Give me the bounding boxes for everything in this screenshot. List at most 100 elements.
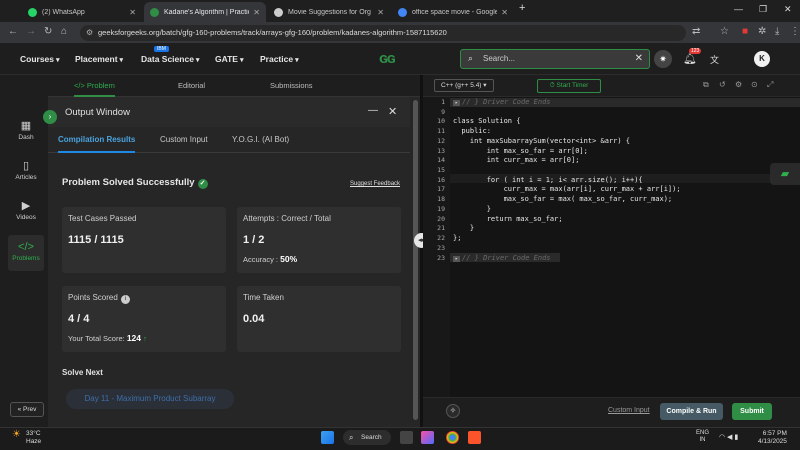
clock[interactable]: 6:57 PM 4/13/2025 bbox=[758, 430, 787, 446]
browser-tab-movie[interactable]: Movie Suggestions for Org Stu ✕ bbox=[268, 2, 390, 22]
home-icon[interactable]: ⌂ bbox=[61, 26, 67, 37]
expand-arrow-icon[interactable]: › bbox=[43, 110, 57, 124]
fold-marker-icon[interactable]: ▸ bbox=[453, 255, 461, 262]
extension-icon[interactable]: ■ bbox=[742, 26, 748, 37]
tab-submissions[interactable]: Submissions bbox=[270, 75, 313, 97]
sidebar-item-dash[interactable]: ▦ Dash bbox=[8, 119, 44, 141]
fold-marker-icon[interactable]: ▸ bbox=[453, 100, 461, 106]
browser-menu-icon[interactable]: ⋮ bbox=[790, 26, 800, 37]
avatar[interactable]: K bbox=[754, 51, 770, 67]
menu-placement[interactable]: Placement ▾ bbox=[75, 54, 123, 64]
minimize-icon[interactable]: — bbox=[368, 105, 378, 116]
line-number: 17 bbox=[437, 185, 445, 194]
tab-compilation-results[interactable]: Compilation Results bbox=[58, 127, 136, 153]
extensions-puzzle-icon[interactable]: ✲ bbox=[758, 26, 766, 37]
menu-gate[interactable]: GATE ▾ bbox=[215, 54, 244, 64]
site-search-input[interactable]: ⌕ Search... ✕ bbox=[460, 49, 650, 69]
bookmark-star-icon[interactable]: ☆ bbox=[720, 26, 729, 37]
problem-tabs: </> Problem Editorial Submissions bbox=[48, 75, 420, 97]
search-icon: ⌕ bbox=[349, 433, 354, 442]
browser-tab-google[interactable]: office space movie - Google Se ✕ bbox=[392, 2, 514, 22]
tab-custom-input[interactable]: Custom Input bbox=[160, 127, 208, 153]
sidebar-item-articles[interactable]: ▯ Articles bbox=[8, 159, 44, 181]
reload-icon[interactable]: ↻ bbox=[44, 26, 52, 37]
downloads-icon[interactable]: ⤓ bbox=[775, 26, 779, 37]
sidebar-item-videos[interactable]: ▶ Videos bbox=[8, 199, 44, 221]
next-problem-button[interactable]: Day 11 - Maximum Product Subarray bbox=[66, 389, 234, 409]
start-timer-button[interactable]: ⏱ Start Timer bbox=[537, 79, 601, 93]
timer-icon: ⏱ bbox=[549, 82, 555, 89]
clear-search-icon[interactable]: ✕ bbox=[635, 50, 643, 67]
language-icon[interactable]: 文 bbox=[710, 53, 719, 66]
fullscreen-icon[interactable]: ⤢ bbox=[767, 80, 773, 90]
language-indicator[interactable]: ENG IN bbox=[696, 430, 709, 444]
line-number: 14 bbox=[437, 156, 445, 165]
close-window-icon[interactable]: ✕ bbox=[784, 4, 792, 15]
task-view-icon[interactable] bbox=[400, 431, 413, 444]
code-line: max_so_far = max( max_so_far, curr_max); bbox=[453, 195, 673, 203]
site-info-icon[interactable]: ⚙ bbox=[86, 25, 93, 41]
reset-icon[interactable]: ↺ bbox=[719, 80, 726, 89]
maximize-window-icon[interactable]: ❐ bbox=[759, 4, 767, 15]
theme-toggle-icon[interactable]: ✷ bbox=[654, 50, 672, 68]
prev-button[interactable]: « Prev bbox=[10, 402, 44, 417]
translate-page-icon[interactable]: ⇄ bbox=[692, 26, 700, 37]
line-number: 16 bbox=[437, 175, 445, 184]
compile-run-button[interactable]: Compile & Run bbox=[660, 403, 723, 420]
output-scrollbar[interactable] bbox=[413, 100, 418, 420]
close-tab-icon[interactable]: ✕ bbox=[501, 8, 508, 17]
settings-icon[interactable]: ⚙ bbox=[735, 80, 742, 89]
close-tab-icon[interactable]: ✕ bbox=[253, 8, 260, 17]
sidebar-item-label: Problems bbox=[12, 255, 40, 262]
search-placeholder: Search... bbox=[483, 54, 516, 63]
wifi-volume-battery-icon[interactable]: ◠ ◀ ▮ bbox=[719, 433, 738, 441]
chrome-icon[interactable] bbox=[446, 431, 459, 444]
code-line: return max_so_far; bbox=[453, 215, 563, 223]
minimize-window-icon[interactable]: — bbox=[734, 4, 743, 14]
menu-practice[interactable]: Practice ▾ bbox=[260, 54, 299, 64]
left-sidebar: ▦ Dash ▯ Articles ▶ Videos </> Problems bbox=[0, 75, 48, 427]
output-window-title: Output Window bbox=[65, 107, 130, 118]
close-tab-icon[interactable]: ✕ bbox=[377, 8, 384, 17]
line-number: 12 bbox=[437, 136, 445, 145]
submit-button[interactable]: Submit bbox=[732, 403, 772, 420]
browser-tab-whatsapp[interactable]: (2) WhatsApp ✕ bbox=[22, 2, 142, 22]
forward-icon[interactable]: → bbox=[26, 26, 36, 37]
sidebar-item-problems[interactable]: </> Problems bbox=[8, 235, 44, 271]
copilot-icon[interactable] bbox=[421, 431, 434, 444]
lightbulb-icon[interactable]: ✧ bbox=[446, 404, 460, 418]
custom-input-link[interactable]: Custom Input bbox=[608, 407, 650, 414]
grid-icon: ▦ bbox=[20, 120, 32, 132]
code-text: public: bbox=[453, 127, 491, 136]
code-line: } bbox=[453, 224, 474, 232]
info-icon[interactable]: i bbox=[120, 295, 130, 304]
tab-yogi-ai-bot[interactable]: Y.O.G.I. (AI Bot) bbox=[232, 127, 289, 153]
weather-widget[interactable]: ☀ 33°C Haze bbox=[12, 430, 41, 446]
code-text: } bbox=[453, 204, 491, 213]
back-icon[interactable]: ← bbox=[8, 26, 18, 37]
search-icon: ⌕ bbox=[468, 53, 474, 63]
menu-data-science[interactable]: Data Science ▾ bbox=[141, 54, 199, 64]
windows-start-icon[interactable] bbox=[321, 431, 334, 444]
gfg-logo[interactable]: ɢɢ bbox=[379, 50, 396, 67]
line-number: 1 bbox=[441, 98, 445, 106]
close-icon[interactable]: ✕ bbox=[388, 105, 397, 118]
language-select[interactable]: C++ (g++ 5.4) ▾ bbox=[434, 79, 494, 92]
taskbar-search[interactable]: ⌕ Search bbox=[343, 430, 391, 445]
url-bar[interactable]: ⚙ geeksforgeeks.org/batch/gfg-160-proble… bbox=[80, 25, 686, 41]
chat-icon[interactable]: ▰ bbox=[770, 163, 800, 185]
browser-tab-kadane[interactable]: Kadane's Algorithm | Practice | ✕ bbox=[144, 2, 266, 22]
notification-count-badge: 123 bbox=[689, 48, 702, 54]
chevron-down-icon: ▾ bbox=[239, 57, 244, 64]
restore-code-icon[interactable]: ⊙ bbox=[751, 80, 758, 89]
url-text: geeksforgeeks.org/batch/gfg-160-problems… bbox=[98, 28, 447, 37]
menu-courses[interactable]: Courses ▾ bbox=[20, 54, 60, 64]
new-tab-button[interactable]: + bbox=[519, 2, 525, 14]
close-tab-icon[interactable]: ✕ bbox=[129, 8, 136, 17]
copy-icon[interactable]: ⧉ bbox=[703, 80, 709, 90]
suggest-feedback-link[interactable]: Suggest Feedback bbox=[350, 181, 400, 187]
tab-problem[interactable]: </> Problem bbox=[74, 75, 115, 97]
brave-icon[interactable] bbox=[468, 431, 481, 444]
code-text: // } Driver Code Ends bbox=[462, 253, 551, 262]
tab-editorial[interactable]: Editorial bbox=[178, 75, 205, 97]
